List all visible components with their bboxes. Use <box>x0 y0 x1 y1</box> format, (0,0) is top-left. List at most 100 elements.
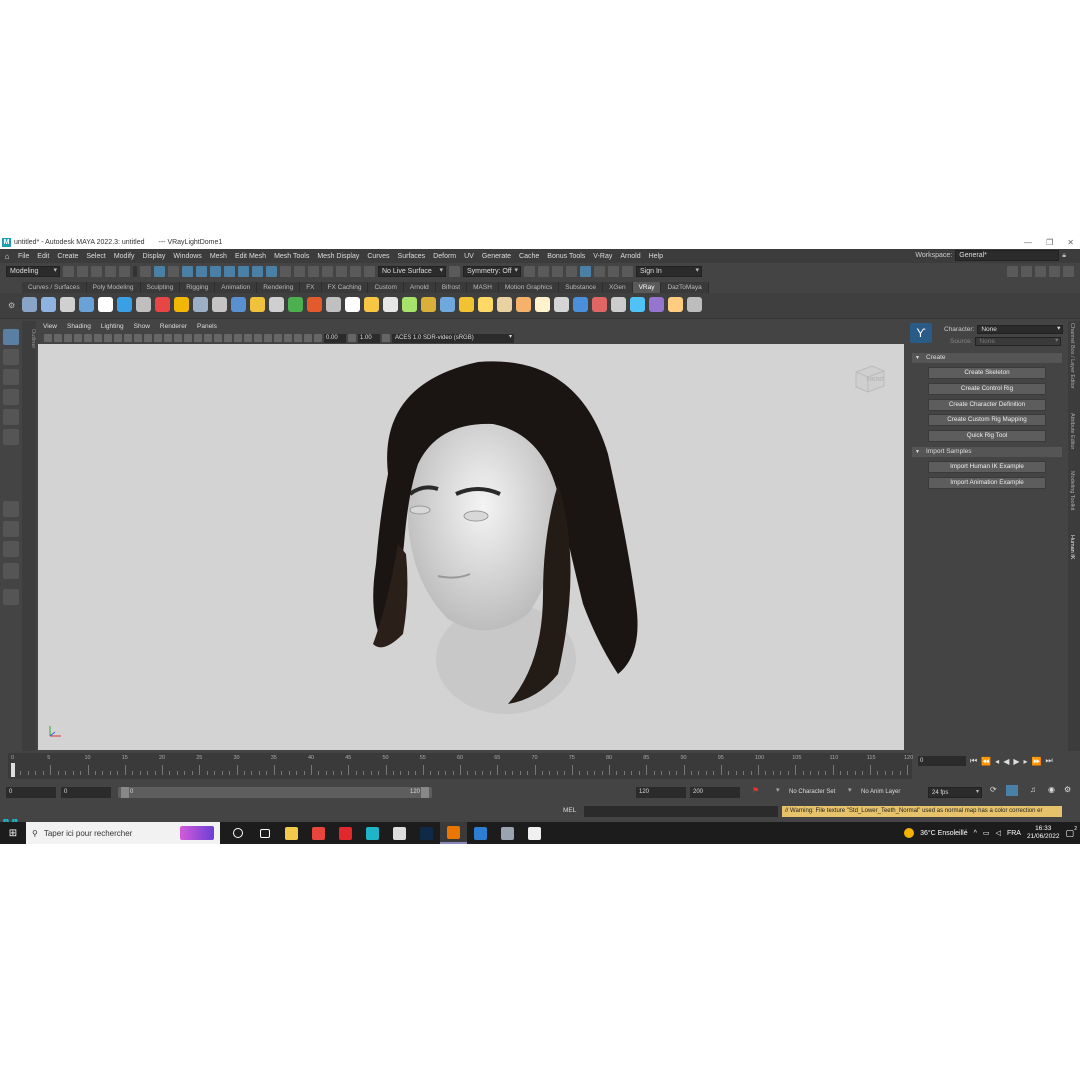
viewport-menu-view[interactable]: View <box>38 323 62 330</box>
step-back-key-icon[interactable]: ⏪ <box>981 757 991 766</box>
menu-windows[interactable]: Windows <box>169 253 205 260</box>
menu-mesh-tools[interactable]: Mesh Tools <box>270 253 313 260</box>
shadows-icon[interactable] <box>224 334 232 342</box>
vray-shelf-tool-icon[interactable] <box>155 297 170 312</box>
character-dropdown[interactable]: None <box>977 325 1064 334</box>
select-object-icon[interactable] <box>154 265 165 277</box>
fps-dropdown[interactable]: 24 fps <box>928 786 982 798</box>
exposure-icon[interactable] <box>314 334 322 342</box>
vray-shelf-tool-icon[interactable] <box>516 297 531 312</box>
vray-shelf-tool-icon[interactable] <box>592 297 607 312</box>
stop-icon[interactable] <box>622 265 633 277</box>
shelf-tab-sculpting[interactable]: Sculpting <box>140 282 181 293</box>
field-chart-icon[interactable] <box>144 334 152 342</box>
create-custom-rig-mapping-button[interactable]: Create Custom Rig Mapping <box>928 414 1046 426</box>
viewport-menu-shading[interactable]: Shading <box>62 323 96 330</box>
taskbar-chrome-button[interactable] <box>305 822 332 844</box>
input-output-icon[interactable] <box>280 265 291 277</box>
taskbar-photos-button[interactable] <box>467 822 494 844</box>
tab-human-ik[interactable]: Human IK <box>1069 535 1075 559</box>
camera-attributes-icon[interactable] <box>54 334 62 342</box>
go-to-start-icon[interactable]: ⏮ <box>970 756 977 766</box>
search-icon[interactable] <box>3 589 19 605</box>
viewport-menu-panels[interactable]: Panels <box>192 323 222 330</box>
human-ik-icon[interactable] <box>1021 265 1032 277</box>
vray-shelf-tool-icon[interactable] <box>288 297 303 312</box>
current-time-marker[interactable] <box>11 763 15 777</box>
playback-end-field[interactable]: 120 <box>636 786 686 798</box>
image-plane-icon[interactable] <box>74 334 82 342</box>
vray-shelf-tool-icon[interactable] <box>478 297 493 312</box>
menu-v-ray[interactable]: V-Ray <box>589 253 616 260</box>
close-icon[interactable]: ✕ <box>1067 236 1074 249</box>
render-settings-icon[interactable] <box>336 265 347 277</box>
taskbar-blender-button[interactable] <box>440 822 467 844</box>
pause-icon[interactable] <box>608 265 619 277</box>
vray-shelf-tool-icon[interactable] <box>687 297 702 312</box>
clock[interactable]: 16:33 21/06/2022 <box>1027 825 1060 841</box>
time-slider[interactable]: 0 5 10 15 20 25 30 35 40 45 50 55 60 65 70 75 80 85 90 95 1… <box>8 753 913 779</box>
animation-start-field[interactable]: 0 <box>6 786 56 798</box>
lasso-tool-icon[interactable] <box>3 349 19 365</box>
vray-shelf-tool-icon[interactable] <box>193 297 208 312</box>
shelf-tab-custom[interactable]: Custom <box>368 282 404 293</box>
snap-point-icon[interactable] <box>210 265 221 277</box>
menu-curves[interactable]: Curves <box>363 253 393 260</box>
vray-shelf-tool-icon[interactable] <box>573 297 588 312</box>
shelf-tab-bifrost[interactable]: Bifrost <box>435 282 468 293</box>
import-animation-example-button[interactable]: Import Animation Example <box>928 477 1046 489</box>
snap-grid-icon[interactable] <box>182 265 193 277</box>
animation-end-field[interactable]: 200 <box>690 786 740 798</box>
vray-shelf-tool-icon[interactable] <box>326 297 341 312</box>
gamma-field[interactable]: 1.00 <box>358 333 380 343</box>
maximize-icon[interactable]: ❐ <box>1046 236 1053 249</box>
snap-curve-icon[interactable] <box>196 265 207 277</box>
wireframe-icon[interactable] <box>174 334 182 342</box>
step-forward-key-icon[interactable]: ⏩ <box>1032 757 1042 766</box>
menu-deform[interactable]: Deform <box>429 253 460 260</box>
exposure-field[interactable]: 0.00 <box>324 333 346 343</box>
gamma-icon[interactable] <box>348 334 356 342</box>
undo-icon[interactable] <box>105 265 116 277</box>
resolution-gate-icon[interactable] <box>124 334 132 342</box>
anim-layer-field[interactable]: No Anim Layer <box>858 786 918 798</box>
snap-surface-icon[interactable] <box>238 265 249 277</box>
mel-label[interactable]: MEL <box>563 807 576 814</box>
viewport[interactable]: FRONT <box>38 344 904 750</box>
taskbar-unreal-button[interactable] <box>521 822 548 844</box>
vray-shelf-tool-icon[interactable] <box>364 297 379 312</box>
menu-mesh-display[interactable]: Mesh Display <box>313 253 363 260</box>
paint-select-tool-icon[interactable] <box>3 369 19 385</box>
menu-set-dropdown[interactable]: Modeling <box>6 265 60 277</box>
viewport-menu-renderer[interactable]: Renderer <box>155 323 192 330</box>
snap-view-icon[interactable] <box>252 265 263 277</box>
character-set-arrow-icon[interactable]: ▾ <box>776 786 780 794</box>
notifications-icon[interactable]: ▢ 2 <box>1065 826 1077 839</box>
vray-shelf-tool-icon[interactable] <box>41 297 56 312</box>
volume-icon[interactable]: ◁ <box>996 829 1001 837</box>
show-hidden-icons-icon[interactable]: ^ <box>974 830 977 837</box>
menu-cache[interactable]: Cache <box>515 253 543 260</box>
new-scene-icon[interactable] <box>63 265 74 277</box>
minimize-icon[interactable]: — <box>1024 236 1032 249</box>
menu-bonus-tools[interactable]: Bonus Tools <box>543 253 589 260</box>
menu-create[interactable]: Create <box>53 253 82 260</box>
taskbar-maya-button[interactable] <box>359 822 386 844</box>
sign-in-dropdown[interactable]: Sign In <box>636 265 702 277</box>
vray-shelf-tool-icon[interactable] <box>60 297 75 312</box>
taskbar-file-explorer-button[interactable] <box>278 822 305 844</box>
grid-icon[interactable] <box>104 334 112 342</box>
menu-display[interactable]: Display <box>138 253 169 260</box>
outliner-layout-icon[interactable] <box>3 563 19 579</box>
menu-modify[interactable]: Modify <box>110 253 139 260</box>
wireframe-on-shaded-icon[interactable] <box>194 334 202 342</box>
step-forward-frame-icon[interactable]: ▸ <box>1024 757 1028 766</box>
2d-pan-zoom-icon[interactable] <box>84 334 92 342</box>
vray-shelf-tool-icon[interactable] <box>22 297 37 312</box>
character-set-field[interactable]: No Character Set <box>786 786 844 798</box>
ambient-occlusion-icon[interactable] <box>234 334 242 342</box>
menu-edit-mesh[interactable]: Edit Mesh <box>231 253 270 260</box>
play-forward-icon[interactable]: ▶ <box>1013 757 1019 766</box>
menu-arnold[interactable]: Arnold <box>616 253 644 260</box>
viewport-menu-show[interactable]: Show <box>129 323 155 330</box>
